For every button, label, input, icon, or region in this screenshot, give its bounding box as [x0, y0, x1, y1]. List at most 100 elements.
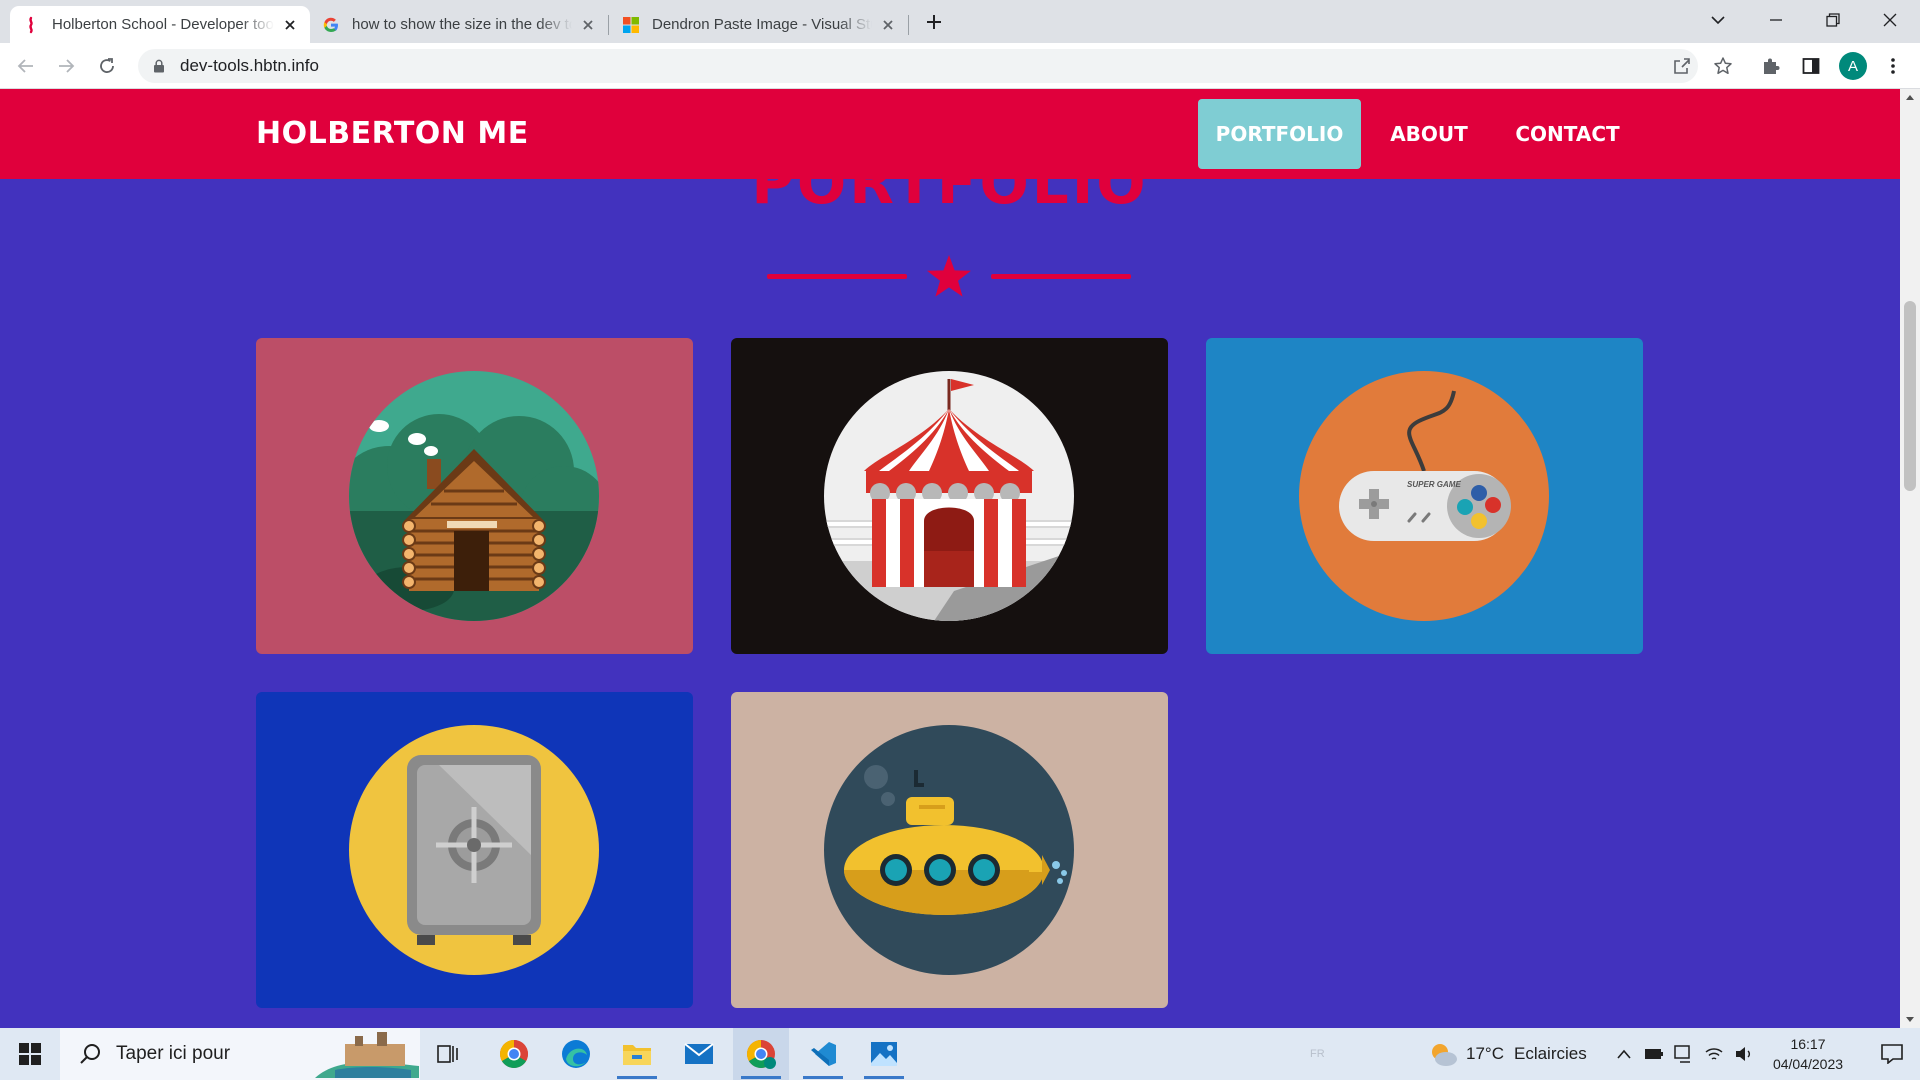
start-button[interactable]: [0, 1028, 60, 1080]
tab-separator: [908, 15, 909, 35]
star-icon: [927, 255, 971, 297]
chevron-up-icon[interactable]: [1616, 1049, 1632, 1059]
close-tab-icon[interactable]: [880, 17, 896, 33]
taskbar-chrome[interactable]: [486, 1028, 542, 1080]
chrome-profile-icon: [747, 1040, 776, 1069]
notification-icon: [1881, 1044, 1903, 1064]
partly-cloudy-icon: [1432, 1044, 1457, 1066]
back-button[interactable]: [10, 50, 42, 82]
minimize-icon: [1770, 19, 1782, 21]
search-placeholder: Taper ici pour: [116, 1043, 231, 1064]
forward-button[interactable]: [50, 50, 82, 82]
address-bar[interactable]: dev-tools.hbtn.info: [138, 49, 1698, 83]
mail-icon: [684, 1043, 714, 1064]
divider-line-right: [991, 274, 1131, 279]
new-tab-button[interactable]: [918, 8, 950, 36]
taskbar-search-box[interactable]: Taper ici pour: [60, 1028, 420, 1080]
taskbar-photos[interactable]: [856, 1028, 912, 1080]
minimize-button[interactable]: [1748, 0, 1804, 40]
weather-desc: Eclaircies: [1513, 1044, 1587, 1063]
nav-about[interactable]: ABOUT: [1374, 99, 1484, 169]
holberton-favicon-icon: [29, 16, 33, 33]
plus-icon: [927, 15, 941, 29]
wifi-icon[interactable]: [1704, 1046, 1724, 1062]
taskbar-chrome-profile[interactable]: [733, 1028, 789, 1080]
edge-icon: [562, 1040, 590, 1068]
windows-taskbar: Taper ici pour FR 17°C Eclaircies 16:17 …: [0, 1028, 1920, 1080]
page-scrollbar[interactable]: [1900, 89, 1920, 1028]
clock-date: 04/04/2023: [1772, 1056, 1844, 1072]
bookmark-button[interactable]: [1709, 52, 1737, 80]
reload-icon: [100, 58, 114, 73]
browser-toolbar: dev-tools.hbtn.info A: [0, 43, 1920, 89]
portfolio-card-controller[interactable]: SUPER GAME: [1206, 338, 1643, 654]
circus-tent-icon: [824, 371, 1074, 621]
task-view-button[interactable]: [420, 1028, 476, 1080]
arrow-left-icon: [17, 59, 33, 73]
more-vertical-icon: [1891, 58, 1895, 74]
nav-contact[interactable]: CONTACT: [1500, 99, 1635, 169]
tab-separator: [608, 15, 609, 35]
portfolio-card-circus[interactable]: [731, 338, 1168, 654]
folder-icon: [623, 1045, 651, 1065]
extensions-button[interactable]: [1757, 52, 1785, 80]
google-icon: [323, 17, 338, 32]
share-icon: [1674, 58, 1690, 74]
side-panel-icon: [1802, 58, 1820, 74]
close-icon: [1883, 13, 1897, 27]
profile-avatar[interactable]: A: [1839, 52, 1867, 80]
url-text: dev-tools.hbtn.info: [180, 56, 319, 75]
tab-dendron[interactable]: Dendron Paste Image - Visual Studio: [610, 6, 908, 43]
windows-logo-icon: [19, 1043, 41, 1065]
close-tab-icon[interactable]: [580, 17, 596, 33]
tab-title: Dendron Paste Image - Visual Studio: [652, 16, 872, 33]
restore-button[interactable]: [1805, 0, 1861, 40]
tab-search-button[interactable]: [1690, 0, 1746, 40]
close-tab-icon[interactable]: [282, 17, 298, 33]
arrow-right-icon: [59, 59, 75, 73]
taskbar-vscode[interactable]: [795, 1028, 851, 1080]
clock-time: 16:17: [1790, 1036, 1826, 1052]
search-icon: [80, 1044, 100, 1064]
share-button[interactable]: [1668, 52, 1696, 80]
taskbar-file-explorer[interactable]: [609, 1028, 665, 1080]
taskbar-clock[interactable]: 16:17 04/04/2023: [1760, 1034, 1856, 1074]
tab-google-search[interactable]: how to show the size in the dev tools: [310, 6, 608, 43]
chrome-icon: [500, 1040, 528, 1068]
portfolio-card-safe[interactable]: [256, 692, 693, 1008]
page-viewport: PORTFOLIO HOLBERTON ME PORTFOLIO ABOUT C…: [0, 89, 1900, 1028]
lock-icon[interactable]: [152, 59, 166, 73]
safe-icon: [349, 725, 599, 975]
notifications-button[interactable]: [1864, 1028, 1920, 1080]
reload-button[interactable]: [91, 50, 123, 82]
scrollbar-thumb[interactable]: [1904, 301, 1916, 491]
nav-portfolio[interactable]: PORTFOLIO: [1198, 99, 1361, 169]
microsoft-icon: [623, 16, 639, 33]
submarine-icon: [824, 725, 1074, 975]
portfolio-card-submarine[interactable]: [731, 692, 1168, 1008]
site-brand[interactable]: HOLBERTON ME: [256, 116, 529, 151]
restore-icon: [1826, 13, 1840, 27]
taskbar-mail[interactable]: [671, 1028, 727, 1080]
taskbar-edge[interactable]: [548, 1028, 604, 1080]
browser-menu-button[interactable]: [1879, 52, 1907, 80]
star-icon: [1714, 57, 1732, 75]
portfolio-card-cabin[interactable]: [256, 338, 693, 654]
chevron-down-icon: [1711, 16, 1725, 25]
search-highlight-illustration-icon: [315, 1032, 419, 1078]
tab-title: Holberton School - Developer tools: [52, 16, 274, 33]
tab-title: how to show the size in the dev tools: [352, 16, 572, 33]
scroll-up-icon[interactable]: [1905, 93, 1915, 103]
device-icon[interactable]: [1674, 1045, 1694, 1063]
tab-holberton[interactable]: Holberton School - Developer tools: [10, 6, 310, 43]
battery-icon[interactable]: [1644, 1047, 1664, 1061]
controller-label: SUPER GAME: [1407, 480, 1461, 489]
weather-widget[interactable]: 17°C Eclaircies: [1428, 1028, 1587, 1080]
volume-icon[interactable]: [1734, 1045, 1754, 1063]
side-panel-button[interactable]: [1797, 52, 1825, 80]
scroll-down-icon[interactable]: [1905, 1014, 1915, 1024]
language-indicator[interactable]: FR: [1310, 1028, 1325, 1080]
star-divider: [767, 255, 1131, 297]
close-window-button[interactable]: [1862, 0, 1918, 40]
log-cabin-icon: [349, 371, 599, 621]
